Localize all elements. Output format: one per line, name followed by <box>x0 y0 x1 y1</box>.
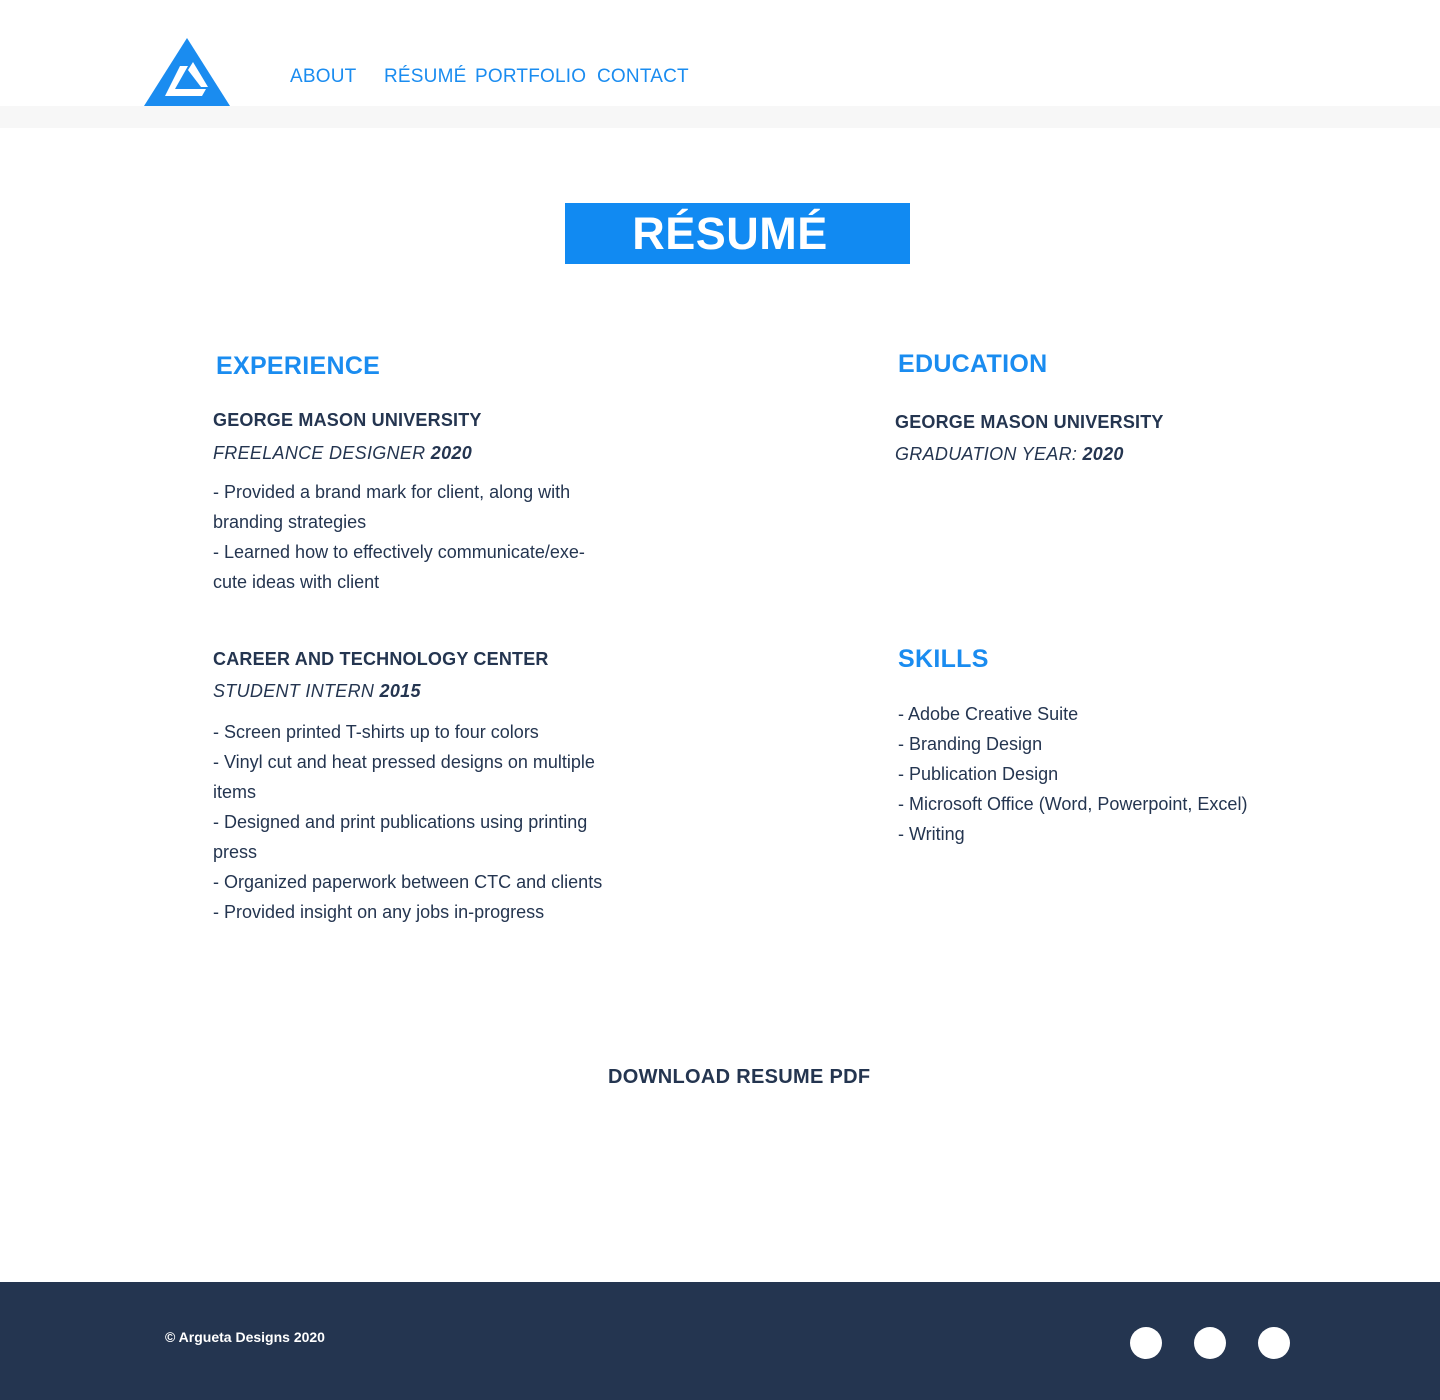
header-divider <box>0 106 1440 128</box>
list-item: - Screen printed T-shirts up to four col… <box>213 722 539 742</box>
experience-bullets: - Screen printed T-shirts up to four col… <box>213 717 602 927</box>
experience-role-title: STUDENT INTERN <box>213 681 375 701</box>
list-item: - Provided a brand mark for client, alon… <box>213 482 571 502</box>
experience-bullets: - Provided a brand mark for client, alon… <box>213 477 585 597</box>
page-title-banner: RÉSUMÉ <box>565 203 910 264</box>
education-graduation-label: GRADUATION YEAR: <box>895 444 1078 464</box>
download-resume-button[interactable]: DOWNLOAD RESUME PDF <box>608 1066 870 1089</box>
experience-role-title: FREELANCE DESIGNER <box>213 443 426 463</box>
experience-role-year: 2020 <box>430 443 473 463</box>
education-graduation-year: 2020 <box>1082 444 1124 464</box>
list-item: press <box>213 842 258 862</box>
education-org: GEORGE MASON UNIVERSITY <box>895 412 1164 432</box>
list-item: - Writing <box>898 824 965 844</box>
experience-role: STUDENT INTERN 2015 <box>213 681 421 702</box>
list-item: - Branding Design <box>898 734 1043 754</box>
social-icon-2[interactable] <box>1194 1327 1226 1359</box>
experience-org: CAREER AND TECHNOLOGY CENTER <box>213 649 549 669</box>
list-item: - Organized paperwork between CTC and cl… <box>213 872 603 892</box>
page-title: RÉSUMÉ <box>632 208 828 259</box>
skills-heading: SKILLS <box>898 645 989 673</box>
list-item: - Provided insight on any jobs in-progre… <box>213 902 545 922</box>
nav-about[interactable]: ABOUT <box>290 66 356 88</box>
experience-heading: EXPERIENCE <box>216 352 381 380</box>
list-item: - Microsoft Office (Word, Powerpoint, Ex… <box>898 794 1248 814</box>
social-icon-3[interactable] <box>1258 1327 1290 1359</box>
experience-org: GEORGE MASON UNIVERSITY <box>213 410 482 430</box>
list-item: cute ideas with client <box>213 572 380 592</box>
list-item: - Learned how to effectively communicate… <box>213 542 585 562</box>
list-item: branding strategies <box>213 512 367 532</box>
experience-role-year: 2015 <box>379 681 421 701</box>
nav-portfolio[interactable]: PORTFOLIO <box>475 66 586 88</box>
list-item: - Publication Design <box>898 764 1059 784</box>
list-item: - Designed and print publications using … <box>213 812 588 832</box>
list-item: - Adobe Creative Suite <box>898 704 1079 724</box>
education-heading: EDUCATION <box>898 350 1048 378</box>
experience-role: FREELANCE DESIGNER 2020 <box>213 443 472 464</box>
list-item: - Vinyl cut and heat pressed designs on … <box>213 752 595 772</box>
nav-resume[interactable]: RÉSUMÉ <box>384 66 467 88</box>
triangle-monogram-logo-icon[interactable] <box>144 38 230 106</box>
nav-contact[interactable]: CONTACT <box>597 66 689 88</box>
social-icon-1[interactable] <box>1130 1327 1162 1359</box>
copyright-text: © Argueta Designs 2020 <box>165 1329 325 1345</box>
footer: © Argueta Designs 2020 <box>0 1282 1440 1400</box>
list-item: items <box>213 782 257 802</box>
education-graduation: GRADUATION YEAR: 2020 <box>895 444 1124 465</box>
skills-list: - Adobe Creative Suite - Branding Design… <box>898 699 1247 849</box>
